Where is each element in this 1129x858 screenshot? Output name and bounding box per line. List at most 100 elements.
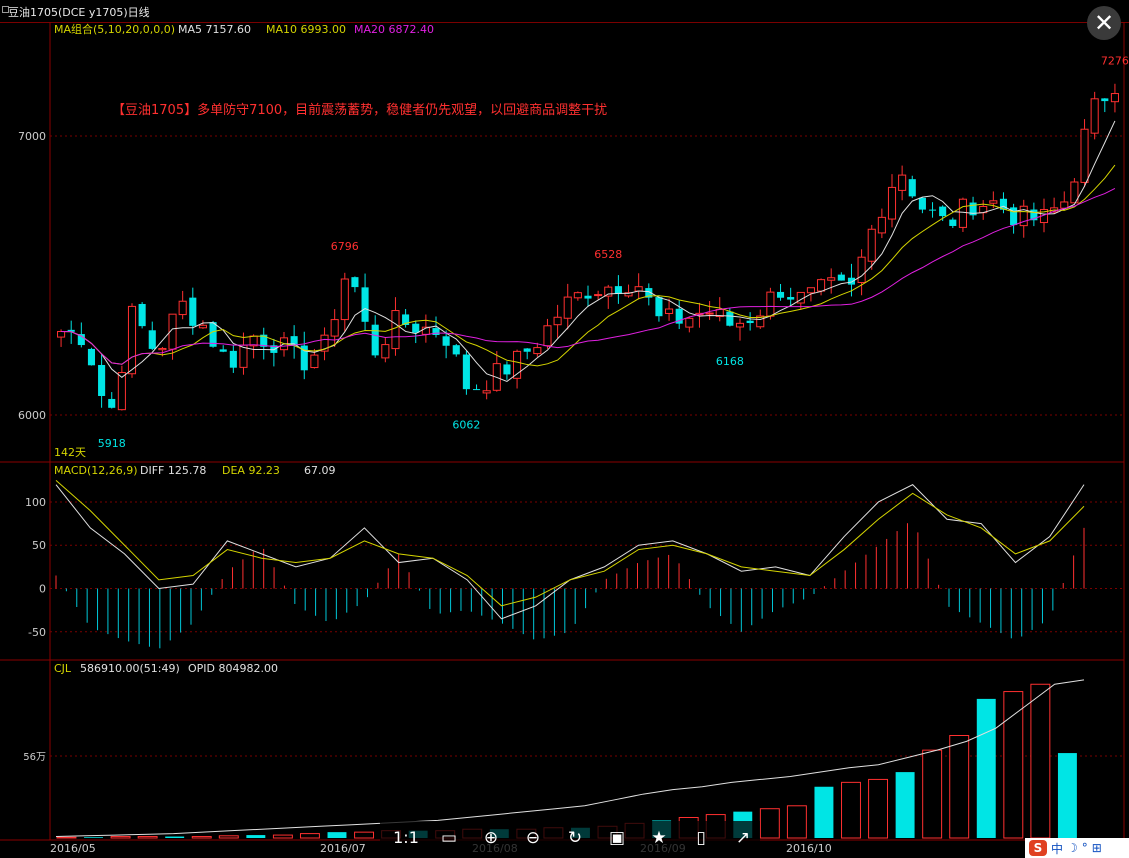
candle-body-down [847, 277, 856, 285]
punctuation-icon[interactable]: ° [1082, 841, 1088, 855]
candle-body-down [746, 320, 754, 324]
candle-body-down [219, 349, 227, 352]
candle-body-down [523, 348, 531, 352]
save-icon[interactable]: ▣ [600, 824, 634, 852]
fit-screen-icon[interactable]: ▭ [432, 824, 466, 852]
macd-tick-label: 50 [32, 539, 46, 552]
volume-bar-up [1030, 683, 1051, 839]
candle-body-down [837, 274, 845, 281]
window-title: 豆油1705(DCE y1705)日线 [8, 6, 150, 19]
volume-legend-0: 586910.00(51:49) [80, 662, 180, 675]
macd-tick-label: -50 [28, 626, 46, 639]
share-icon[interactable]: ↗ [726, 824, 760, 852]
candle-body-down [503, 364, 511, 375]
candle-body-up [482, 390, 491, 394]
candle-body-up [1060, 201, 1069, 209]
candle-body-up [634, 286, 643, 292]
volume-legend-1: OPID 804982.00 [188, 662, 278, 675]
candle-body-up [705, 312, 714, 315]
ime-language[interactable]: 中 [1051, 840, 1063, 857]
candle-body-down [787, 297, 795, 300]
price-tick-label: 7000 [18, 130, 46, 143]
volume-bar-up [137, 836, 158, 839]
actual-size-button[interactable]: 1:1 [388, 824, 424, 852]
window-title-bar: 豆油1705(DCE y1705)日线 [0, 0, 1129, 23]
candle-body-up [887, 186, 897, 220]
candle-body-up [127, 305, 137, 375]
candle-body-up [198, 324, 207, 329]
candle-body-up [117, 372, 126, 411]
volume-bar-up [218, 835, 239, 839]
phone-icon[interactable]: ▯ [684, 824, 718, 852]
candle-body-up [735, 322, 745, 328]
volume-bar-up [110, 836, 131, 839]
zoom-out-icon[interactable]: ⊖ [516, 824, 550, 852]
candle-body-up [1090, 98, 1099, 134]
chart-annotation: 【豆油1705】多单防守7100，目前震荡蓄势，稳健者仍先观望，以回避商品调整干… [112, 102, 607, 118]
candle-body-down [949, 219, 957, 226]
candle-body-down [189, 297, 197, 326]
candle-body-down [98, 364, 106, 396]
bookmark-icon[interactable]: ★ [642, 824, 676, 852]
candle-body-down [351, 277, 359, 288]
ma-legend-0: MA5 7157.60 [178, 23, 251, 36]
ma20-line [61, 188, 1116, 365]
peak-label: 6528 [594, 248, 622, 261]
candle-body-down [412, 323, 420, 333]
candle-body-down [108, 398, 116, 408]
candle-body-down [726, 311, 734, 326]
futures-chart: 6000 7000 MA组合(5,10,20,0,0,0) MA5 7157.60 MA… [0, 22, 1129, 855]
macd-legend-2: 67.09 [304, 464, 336, 477]
volume-bar-up [1003, 691, 1024, 839]
ma-legend-1: MA10 6993.00 [266, 23, 346, 36]
candle-body-down [138, 303, 146, 327]
volume-bar-up [354, 831, 375, 839]
volume-bar-up [841, 781, 861, 839]
candle-body-up [806, 287, 815, 294]
candle-body-down [229, 350, 237, 368]
candle-body-up [958, 198, 967, 228]
candle-body-up [766, 291, 775, 317]
candle-body-up [553, 316, 562, 326]
macd-tick-label: 0 [39, 583, 46, 596]
candle-body-up [533, 347, 542, 355]
macd-indicator-label: MACD(12,26,9) [54, 464, 138, 477]
candle-body-down [1101, 98, 1109, 102]
candle-body-up [817, 279, 826, 292]
candle-body-up [1080, 128, 1089, 183]
volume-bar-up [786, 805, 807, 839]
candle-body-up [573, 292, 582, 299]
zoom-in-icon[interactable]: ⊕ [474, 824, 508, 852]
candle-body-down [442, 336, 450, 346]
volume-bar-up [299, 833, 320, 839]
moon-icon[interactable]: ☽ [1067, 841, 1078, 855]
volume-bar-up [272, 834, 293, 839]
volume-bar-down [895, 772, 915, 838]
sogou-logo: S [1029, 840, 1047, 856]
candle-body-down [148, 330, 156, 349]
volume-bar-down [165, 836, 185, 838]
candle-body-down [614, 286, 622, 295]
days-count-label: 142天 [54, 446, 86, 459]
ime-status-bar[interactable]: S 中 ☽ ° ⊞ [1025, 838, 1129, 858]
peak-label: 5918 [98, 437, 126, 450]
candle-body-down [655, 297, 663, 317]
peak-label: 7276 [1101, 54, 1129, 67]
candle-body-down [452, 345, 460, 355]
candle-body-up [563, 296, 572, 319]
candle-body-down [371, 324, 379, 356]
volume-bar-up [922, 749, 943, 839]
volume-indicator-label: CJL [54, 662, 72, 675]
candle-body-down [918, 197, 926, 210]
candle-body-up [857, 256, 866, 284]
candle-body-up [685, 317, 694, 328]
ma-legend-2: MA20 6872.40 [354, 23, 434, 36]
candle-body-up [989, 200, 998, 204]
volume-bar-up [191, 836, 212, 839]
candle-body-up [340, 278, 349, 321]
close-button[interactable]: ✕ [1087, 6, 1121, 40]
candle-body-up [239, 344, 248, 368]
rotate-icon[interactable]: ↻ [558, 824, 592, 852]
candle-body-down [908, 179, 916, 197]
keyboard-icon[interactable]: ⊞ [1092, 841, 1102, 855]
